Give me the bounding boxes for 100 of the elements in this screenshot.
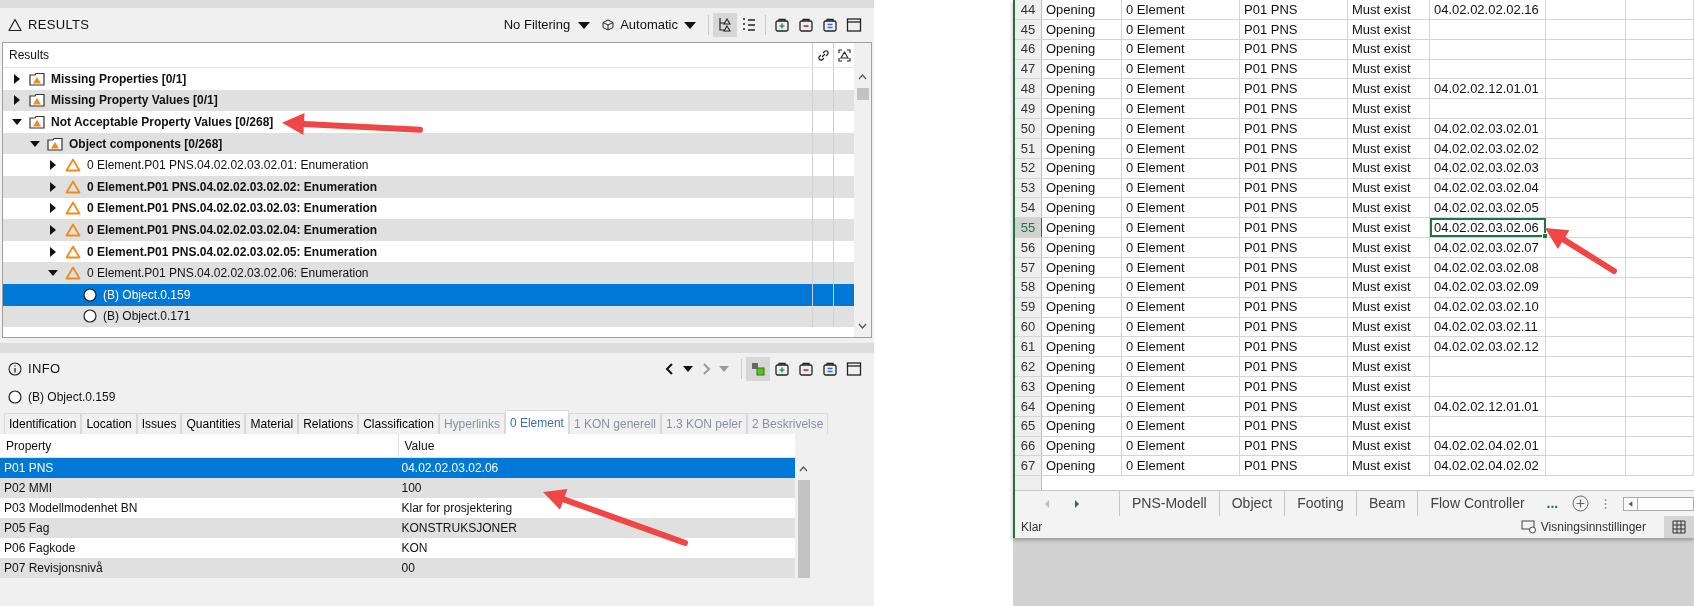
cell[interactable]: 04.02.02.12.01.01: [1430, 396, 1546, 416]
cell[interactable]: Must exist: [1348, 178, 1430, 198]
cell[interactable]: Must exist: [1348, 79, 1430, 99]
tab[interactable]: Relations: [298, 413, 359, 434]
tab[interactable]: Classification: [358, 413, 439, 434]
cell[interactable]: 0 Element: [1122, 377, 1240, 396]
cell[interactable]: 04.02.02.03.02.07: [1430, 238, 1546, 257]
tree-row[interactable]: 0 Element.P01 PNS.04.02.02.03.02.04: Enumeration: [3, 219, 854, 241]
cell[interactable]: Opening: [1042, 218, 1122, 238]
cell[interactable]: Must exist: [1348, 99, 1430, 119]
cell[interactable]: Opening: [1042, 277, 1122, 297]
expand-caret-icon[interactable]: [48, 203, 58, 214]
cell[interactable]: Must exist: [1348, 39, 1430, 59]
cell[interactable]: 0 Element: [1122, 198, 1240, 218]
scroll-up-icon[interactable]: [858, 74, 867, 80]
row-header[interactable]: 44: [1015, 0, 1042, 19]
row-header[interactable]: 61: [1015, 337, 1042, 357]
cell[interactable]: 0 Element: [1122, 238, 1240, 257]
tree-row[interactable]: 0 Element.P01 PNS.04.02.02.03.02.06: Enumeration: [3, 262, 854, 284]
cell[interactable]: 0 Element: [1122, 0, 1240, 19]
cell[interactable]: 04.02.02.03.02.12: [1430, 337, 1546, 357]
cell[interactable]: Opening: [1042, 396, 1122, 416]
cell[interactable]: P01 PNS: [1240, 238, 1348, 257]
expand-caret-icon[interactable]: [48, 224, 58, 235]
cell[interactable]: 04.02.02.03.02.08: [1430, 257, 1546, 277]
cell[interactable]: 0 Element: [1122, 436, 1240, 456]
cell[interactable]: Must exist: [1348, 257, 1430, 277]
next-sheet-icon[interactable]: [1073, 498, 1081, 509]
normal-view-icon[interactable]: [1664, 516, 1694, 538]
cell[interactable]: 04.02.02.03.02.09: [1430, 277, 1546, 297]
tree-row[interactable]: Object components [0/268]: [3, 132, 854, 155]
filter-dropdown[interactable]: No Filtering: [503, 15, 591, 35]
back-icon[interactable]: [665, 362, 675, 375]
cell[interactable]: Opening: [1042, 79, 1122, 99]
scroll-thumb[interactable]: [856, 88, 869, 100]
cell[interactable]: P01 PNS: [1240, 158, 1348, 178]
cell[interactable]: Must exist: [1348, 337, 1430, 357]
cell[interactable]: P01 PNS: [1240, 178, 1348, 198]
row-header[interactable]: 48: [1015, 79, 1042, 99]
cell[interactable]: Opening: [1042, 119, 1122, 138]
cell[interactable]: P01 PNS: [1240, 138, 1348, 158]
cell[interactable]: P01 PNS: [1240, 257, 1348, 277]
add-sheet-icon[interactable]: [1572, 495, 1590, 512]
cell[interactable]: P01 PNS: [1240, 198, 1348, 218]
tree-row[interactable]: Missing Property Values [0/1]: [3, 89, 854, 112]
cell[interactable]: Must exist: [1348, 218, 1430, 238]
cell[interactable]: Opening: [1042, 456, 1122, 476]
cell[interactable]: 04.02.02.03.02.05: [1430, 198, 1546, 218]
cell[interactable]: 0 Element: [1122, 158, 1240, 178]
cell[interactable]: Opening: [1042, 39, 1122, 59]
tab[interactable]: Material: [245, 413, 299, 434]
cell[interactable]: P01 PNS: [1240, 317, 1348, 337]
row-header[interactable]: 54: [1015, 198, 1042, 218]
cell[interactable]: Opening: [1042, 19, 1122, 39]
cell[interactable]: Must exist: [1348, 416, 1430, 436]
cell[interactable]: Must exist: [1348, 277, 1430, 297]
scroll-down-icon[interactable]: [858, 323, 867, 329]
cell[interactable]: 0 Element: [1122, 59, 1240, 79]
cell[interactable]: Opening: [1042, 0, 1122, 19]
cell[interactable]: 0 Element: [1122, 218, 1240, 238]
tree-row[interactable]: 0 Element.P01 PNS.04.02.02.03.02.02: Enumeration: [3, 175, 854, 198]
row-header[interactable]: 50: [1015, 119, 1042, 138]
cell[interactable]: 04.02.02.03.02.03: [1430, 158, 1546, 178]
cell[interactable]: Must exist: [1348, 59, 1430, 79]
cell[interactable]: Opening: [1042, 297, 1122, 317]
cell[interactable]: 0 Element: [1122, 396, 1240, 416]
history-caret-icon[interactable]: [683, 363, 693, 374]
more-sheets-button[interactable]: ...: [1546, 493, 1559, 514]
cell[interactable]: Must exist: [1348, 456, 1430, 476]
cell[interactable]: 0 Element: [1122, 19, 1240, 39]
cell[interactable]: Opening: [1042, 198, 1122, 218]
cell[interactable]: P01 PNS: [1240, 416, 1348, 436]
cell[interactable]: 0 Element: [1122, 317, 1240, 337]
cell[interactable]: P01 PNS: [1240, 436, 1348, 456]
horizontal-scrollbar[interactable]: [1623, 496, 1694, 511]
cell[interactable]: Must exist: [1348, 317, 1430, 337]
cell[interactable]: 0 Element: [1122, 39, 1240, 59]
cell[interactable]: 0 Element: [1122, 99, 1240, 119]
tab[interactable]: Identification: [4, 413, 82, 434]
tab[interactable]: Issues: [136, 413, 182, 434]
cell[interactable]: P01 PNS: [1240, 456, 1348, 476]
row-header[interactable]: 49: [1015, 99, 1042, 119]
cell[interactable]: 04.02.02.03.02.01: [1430, 119, 1546, 138]
cell[interactable]: P01 PNS: [1240, 297, 1348, 317]
mode-dropdown[interactable]: Automatic: [602, 15, 696, 35]
expand-caret-icon[interactable]: [12, 95, 22, 106]
expand-caret-icon[interactable]: [48, 181, 58, 192]
cell[interactable]: P01 PNS: [1240, 337, 1348, 357]
expand-caret-icon[interactable]: [48, 160, 58, 171]
cell[interactable]: 0 Element: [1122, 456, 1240, 476]
tab[interactable]: Quantities: [181, 413, 246, 434]
scrollbar[interactable]: [795, 434, 812, 578]
expand-caret-icon[interactable]: [48, 246, 58, 257]
cell[interactable]: Opening: [1042, 238, 1122, 257]
cell[interactable]: Must exist: [1348, 297, 1430, 317]
cell[interactable]: Opening: [1042, 436, 1122, 456]
tab[interactable]: 0 Element: [504, 410, 569, 434]
cell[interactable]: Opening: [1042, 99, 1122, 119]
cell[interactable]: Must exist: [1348, 377, 1430, 396]
row-header[interactable]: 56: [1015, 238, 1042, 257]
